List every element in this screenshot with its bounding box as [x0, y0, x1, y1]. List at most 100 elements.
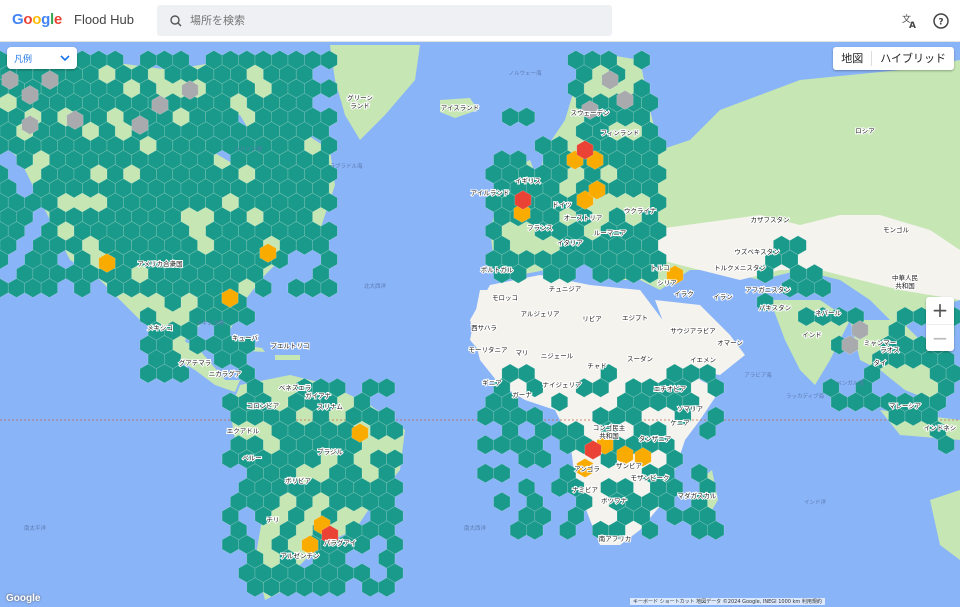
map-label-germany: ドイツ [552, 201, 572, 209]
map-label-argentina: アルゼンチン [281, 551, 320, 560]
map-label-iran: イラン [713, 293, 733, 301]
map-label-congo: 共和国 [599, 431, 619, 440]
zoom-out-button[interactable]: − [926, 324, 954, 352]
map-label-puerto: プエルトリコ [271, 342, 310, 350]
map-label-italy: イタリア [557, 238, 583, 247]
map-attribution[interactable]: キーボード ショートカット 地図データ ©2024 Google, INEGI … [630, 598, 825, 605]
map-label-laos: ラオス [880, 346, 900, 354]
map-type-map[interactable]: 地図 [833, 47, 871, 70]
zoom-in-button[interactable]: + [926, 297, 954, 324]
map-label-finland: フィンランド [601, 129, 640, 137]
map-label-labrador: ラブラドル海 [329, 162, 363, 170]
svg-text:?: ? [938, 18, 943, 28]
logo-letter: e [53, 11, 62, 28]
map-label-libya: リビア [582, 314, 602, 323]
map-label-bolivia: ボリビア [285, 476, 312, 485]
logo-letter: o [23, 11, 33, 28]
google-logo[interactable]: Google [12, 11, 62, 28]
flood-map[interactable]: グリーン ランド アイスランド ノルウェー海 ハドソン湾 ラブラドル海 アメリカ合衆国 メキシ… [0, 42, 960, 607]
map-label-pakistan: パキスタン [759, 303, 791, 312]
map-label-madagascar: マダガスカル [678, 491, 718, 500]
map-label-mauritania: モーリタニア [469, 345, 509, 354]
map-label-brazil: ブラジル [317, 447, 343, 456]
map-label-usa: アメリカ合衆国 [137, 259, 182, 268]
map-label-nepal: ネパール [815, 309, 842, 317]
map-label-botswana: ボツワナ [601, 497, 627, 505]
map-label-paraguay: パラグアイ [324, 538, 356, 547]
map-label-congo: コンゴ民主 [593, 423, 626, 432]
map-label-greenland: グリーン [347, 93, 373, 102]
zoom-control: + − [926, 297, 954, 351]
map-label-greenland: ランド [350, 102, 370, 110]
map-label-mongolia: モンゴル [883, 225, 910, 234]
map-label-venezuela: ベネズエラ [279, 383, 312, 392]
map-label-suriname: スリナム [317, 403, 343, 411]
map-label-kazakh: カザフスタン [751, 215, 790, 224]
map-label-guyana: ガイアナ [305, 391, 331, 400]
map-label-egypt: エジプト [622, 314, 648, 322]
map-label-chad: チャド [587, 362, 606, 370]
map-label-guatemala: グアテマラ [179, 358, 212, 367]
map-label-s_africa: 南アフリカ [599, 534, 632, 543]
map-label-chile: チリ [267, 516, 280, 524]
map-label-ireland: アイルランド [471, 189, 510, 197]
map-label-colombia: コロンビア [247, 401, 280, 410]
map-label-cuba: キューバ [232, 334, 258, 342]
map-label-ethiopia: エチオピア [654, 385, 687, 393]
product-name: Flood Hub [74, 12, 134, 27]
chevron-down-icon [60, 55, 70, 62]
legend-label: 凡例 [14, 54, 33, 65]
map-label-yemen: イエメン [690, 356, 716, 364]
map-label-oman: オマーン [717, 339, 743, 347]
map-label-ukraine: ウクライナ [624, 207, 656, 215]
map-label-norway_sea: ノルウェー海 [508, 69, 542, 77]
map-label-tunisia: チュニジア [549, 285, 582, 293]
map-label-somalia: ソマリア [677, 405, 704, 413]
map-label-china: 中華人民 [892, 273, 918, 282]
map-label-malaysia: マレーシア [889, 402, 922, 410]
logo-letter: o [32, 11, 42, 28]
map-canvas[interactable]: グリーンランド アイスランド ノルウェー海ハドソン湾ラブラドル海アメリカ合衆国メキシ… [0, 42, 960, 607]
map-label-hudson: ハドソン湾 [234, 145, 262, 153]
map-label-iceland: アイスランド [441, 104, 479, 112]
map-label-uk: イギリス [515, 177, 541, 185]
map-label-nicaragua: ニカラグア [209, 369, 242, 378]
translate-icon[interactable]: 文 A [901, 12, 919, 30]
top-bar: Google Flood Hub 文 A ? [0, 0, 960, 42]
map-label-turkmen: トルクメニスタン [714, 263, 766, 272]
search-input[interactable] [188, 13, 592, 28]
map-label-gulf: メキシコ湾 [196, 319, 224, 327]
map-type-toggle: 地図 ハイブリッド [833, 47, 954, 70]
map-label-algeria: アルジェリア [521, 310, 560, 318]
map-label-iraq: イラク [674, 290, 694, 298]
map-label-syria: シリア [657, 279, 677, 287]
map-label-india: インド [802, 331, 822, 339]
map-type-hybrid[interactable]: ハイブリッド [872, 47, 954, 70]
map-label-s_pacific: 南太平洋 [24, 524, 47, 532]
map-label-wsahara: 西サハラ [471, 324, 497, 332]
map-label-n_atlantic: 北大西洋 [364, 282, 387, 290]
help-icon[interactable]: ? [932, 12, 950, 30]
map-label-kenya: ケニア [670, 419, 690, 427]
legend-button[interactable]: 凡例 [7, 47, 77, 69]
map-label-turkey: トルコ [650, 264, 669, 272]
map-label-niger: ニジェール [541, 352, 574, 360]
search-icon [170, 14, 182, 26]
map-label-mexico: メキシコ [147, 324, 173, 332]
map-label-russia: ロシア [855, 127, 875, 135]
map-label-ghana: ガーナ [512, 390, 532, 399]
map-label-ecuador: エクアドル [227, 427, 260, 435]
map-label-sudan: スーダン [627, 354, 653, 363]
map-label-afghan: アフガニスタン [745, 285, 791, 294]
map-label-austria: オーストリア [564, 214, 603, 222]
map-label-mali: マリ [516, 349, 529, 357]
map-label-portugal: ポルトガル [481, 265, 514, 274]
map-label-guinea: ギニア [482, 379, 502, 387]
logo-letter: g [41, 11, 50, 28]
map-label-namibia: ナミビア [572, 485, 599, 494]
google-map-logo: Google [6, 593, 41, 604]
map-label-indian_ocean: インド洋 [804, 498, 827, 506]
map-label-uzbek: ウズベキスタン [734, 247, 779, 256]
map-label-china: 共和国 [895, 281, 915, 290]
search-box[interactable] [157, 5, 612, 36]
